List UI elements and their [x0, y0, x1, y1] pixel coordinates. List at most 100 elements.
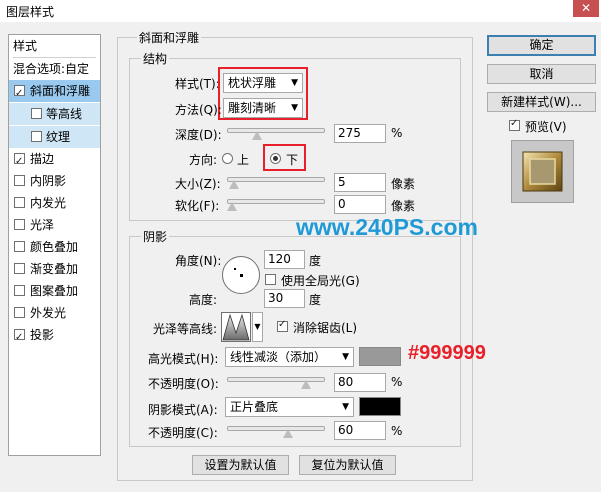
watermark-text: www.240PS.com — [296, 214, 478, 240]
inner-shadow-checkbox[interactable] — [14, 175, 25, 186]
shadow-opacity-slider[interactable] — [227, 426, 325, 431]
style-item-label: 等高线 — [46, 107, 83, 121]
depth-slider[interactable] — [227, 128, 325, 133]
stroke-checkbox[interactable] — [14, 151, 25, 173]
preview-label: 预览(V) — [525, 120, 567, 134]
style-item-label: 纹理 — [46, 130, 71, 144]
style-item-label: 投影 — [30, 328, 55, 342]
style-item-pattern-overlay[interactable]: 图案叠加 — [9, 280, 100, 302]
technique-label: 方法(Q): — [175, 103, 222, 117]
blend-options-item[interactable]: 混合选项:自定 — [9, 58, 100, 80]
close-button[interactable]: ✕ — [573, 0, 599, 17]
highlight-color-swatch[interactable] — [359, 347, 401, 366]
style-item-label: 颜色叠加 — [30, 240, 79, 254]
inner-glow-checkbox[interactable] — [14, 197, 25, 208]
angle-input[interactable]: 120 — [264, 250, 305, 269]
shadow-opacity-unit: % — [391, 424, 403, 438]
bevel-emboss-title: 斜面和浮雕 — [137, 29, 202, 46]
antialias-checkbox[interactable] — [277, 319, 288, 332]
style-item-label: 外发光 — [30, 306, 67, 320]
depth-slider-thumb[interactable] — [252, 131, 263, 140]
style-item-bevel[interactable]: 斜面和浮雕 — [9, 80, 100, 105]
color-overlay-checkbox[interactable] — [14, 241, 25, 252]
style-item-stroke[interactable]: 描边 — [9, 148, 100, 173]
chevron-down-icon: ▼ — [291, 78, 298, 88]
ok-button[interactable]: 确定 — [487, 35, 596, 56]
size-slider-thumb[interactable] — [228, 180, 239, 189]
direction-down-radio[interactable] — [270, 153, 281, 164]
style-item-satin[interactable]: 光泽 — [9, 214, 100, 236]
technique-dropdown[interactable]: 雕刻清晰 ▼ — [223, 98, 303, 118]
style-item-contour[interactable]: 等高线 — [9, 103, 100, 125]
contour-checkbox[interactable] — [31, 108, 42, 119]
texture-checkbox[interactable] — [31, 131, 42, 142]
window-title: 图层样式 — [6, 5, 55, 19]
style-item-label: 描边 — [30, 152, 55, 166]
highlight-opacity-input[interactable]: 80 — [334, 373, 386, 392]
shadow-opacity-input[interactable]: 60 — [334, 421, 386, 440]
make-default-button[interactable]: 设置为默认值 — [192, 455, 289, 475]
style-item-color-overlay[interactable]: 颜色叠加 — [9, 236, 100, 258]
highlight-mode-value: 线性减淡（添加） — [230, 350, 327, 364]
antialias-label: 消除锯齿(L) — [293, 321, 358, 335]
gradient-overlay-checkbox[interactable] — [14, 263, 25, 274]
style-preview-thumbnail — [511, 140, 574, 203]
pattern-overlay-checkbox[interactable] — [14, 285, 25, 296]
preview-checkbox[interactable] — [509, 118, 520, 131]
highlight-mode-dropdown[interactable]: 线性减淡（添加） ▼ — [225, 347, 354, 367]
highlight-mode-label: 高光模式(H): — [148, 352, 219, 366]
depth-input[interactable]: 275 — [334, 124, 386, 143]
highlight-opacity-label: 不透明度(O): — [148, 377, 219, 391]
satin-checkbox[interactable] — [14, 219, 25, 230]
style-dropdown[interactable]: 枕状浮雕 ▼ — [223, 73, 303, 93]
contour-curve-icon — [222, 313, 250, 341]
style-item-gradient-overlay[interactable]: 渐变叠加 — [9, 258, 100, 280]
angle-label: 角度(N): — [175, 254, 222, 268]
gloss-contour-thumbnail[interactable] — [221, 312, 251, 342]
style-item-inner-glow[interactable]: 内发光 — [9, 192, 100, 214]
style-item-texture[interactable]: 纹理 — [9, 126, 100, 148]
bevel-checkbox[interactable] — [14, 83, 25, 105]
drop-shadow-checkbox[interactable] — [14, 327, 25, 349]
angle-dial[interactable] — [222, 256, 260, 294]
soften-unit: 像素 — [391, 199, 416, 213]
altitude-input[interactable]: 30 — [264, 289, 305, 308]
chevron-down-icon: ▼ — [342, 352, 349, 362]
shadow-mode-label: 阴影模式(A): — [148, 403, 218, 417]
soften-label: 软化(F): — [175, 199, 220, 213]
new-style-button[interactable]: 新建样式(W)... — [487, 92, 596, 112]
dial-indicator — [234, 268, 236, 270]
size-input[interactable]: 5 — [334, 173, 386, 192]
size-slider[interactable] — [227, 177, 325, 182]
soften-slider[interactable] — [227, 199, 325, 204]
style-item-label: 斜面和浮雕 — [30, 84, 91, 98]
shadow-mode-dropdown[interactable]: 正片叠底 ▼ — [225, 397, 354, 417]
direction-up-radio[interactable] — [222, 153, 233, 164]
close-icon: ✕ — [580, 1, 592, 15]
depth-unit: % — [391, 126, 403, 140]
styles-list: 样式 混合选项:自定 斜面和浮雕 等高线 纹理 描边 内阴影 内发光 光泽 颜色… — [8, 34, 101, 456]
shadow-opacity-slider-thumb[interactable] — [282, 429, 293, 438]
style-item-label: 光泽 — [30, 218, 55, 232]
soften-slider-thumb[interactable] — [227, 202, 237, 211]
shadow-color-swatch[interactable] — [359, 397, 401, 416]
angle-unit: 度 — [309, 254, 322, 268]
gloss-contour-label: 光泽等高线: — [153, 322, 218, 336]
direction-up-label: 上 — [237, 153, 250, 167]
style-item-inner-shadow[interactable]: 内阴影 — [9, 170, 100, 192]
global-light-checkbox[interactable] — [265, 274, 276, 285]
contour-dropdown-button[interactable]: ▼ — [252, 312, 263, 342]
style-item-drop-shadow[interactable]: 投影 — [9, 324, 100, 349]
styles-header[interactable]: 样式 — [9, 35, 100, 57]
soften-input[interactable]: 0 — [334, 195, 386, 214]
highlight-opacity-slider-thumb[interactable] — [301, 380, 312, 389]
style-item-outer-glow[interactable]: 外发光 — [9, 302, 100, 324]
reset-default-button[interactable]: 复位为默认值 — [299, 455, 396, 475]
cancel-button[interactable]: 取消 — [487, 64, 596, 84]
title-bar — [0, 0, 601, 22]
highlight-color-annotation: #999999 — [408, 342, 486, 364]
gold-frame-preview-icon — [522, 151, 563, 192]
outer-glow-checkbox[interactable] — [14, 307, 25, 318]
depth-label: 深度(D): — [175, 128, 222, 142]
chevron-down-icon: ▼ — [254, 322, 261, 331]
